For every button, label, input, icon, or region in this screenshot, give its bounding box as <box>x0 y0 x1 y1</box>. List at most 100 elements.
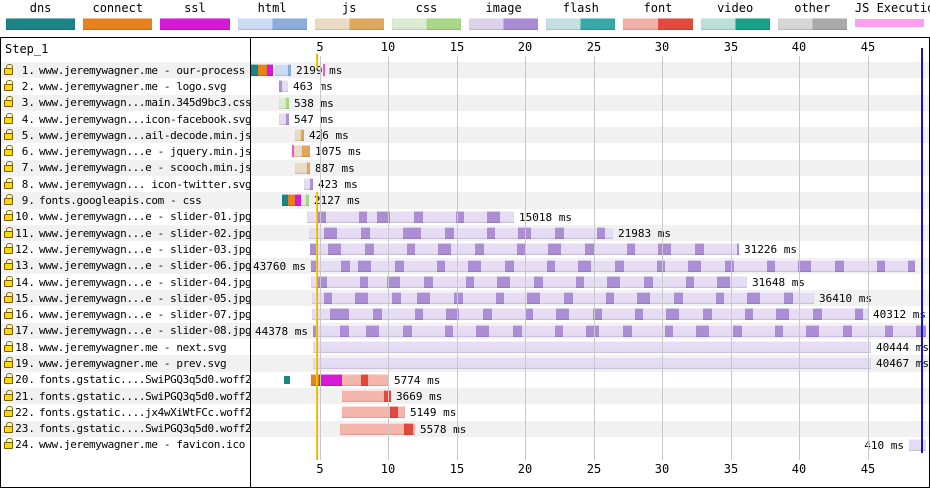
request-row-12[interactable]: 12.www.jeremywagn...e - slider-03.jpg <box>1 241 250 257</box>
waterfall-row-10[interactable]: 15018 ms <box>251 209 929 225</box>
request-row-1[interactable]: 1.www.jeremywagner.me - our-process <box>1 62 250 78</box>
waterfall-row-14[interactable]: 31648 ms <box>251 274 929 290</box>
secure-lock-icon <box>4 361 13 368</box>
legend-item-other: other <box>774 1 851 37</box>
request-bar-segment-htmld <box>288 64 291 76</box>
waterfall-row-16[interactable]: 40312 ms <box>251 306 929 322</box>
start-render-line <box>316 192 318 460</box>
axis-tick-label: 10 <box>381 40 395 54</box>
waterfall-row-4[interactable]: 547 ms <box>251 111 929 127</box>
request-bar-segment-chunks <box>312 308 868 320</box>
request-number: 4. <box>13 113 35 126</box>
request-duration-label: 410 ms <box>864 439 904 452</box>
waterfall-row-19[interactable]: 40467 ms <box>251 355 929 371</box>
request-duration-label: 40312 ms <box>873 308 926 321</box>
waterfall-row-21[interactable]: 3669 ms <box>251 388 929 404</box>
secure-lock-icon <box>4 442 13 449</box>
request-duration-label: 5578 ms <box>420 423 466 436</box>
secure-lock-icon <box>4 231 13 238</box>
waterfall-view: Step_1 1.www.jeremywagner.me - our-proce… <box>0 37 930 488</box>
request-url: fonts.gstatic....jx4wXiWtFCc.woff2 <box>39 406 250 419</box>
request-row-9[interactable]: 9.fonts.googleapis.com - css <box>1 192 250 208</box>
request-row-13[interactable]: 13.www.jeremywagn...e - slider-06.jpg <box>1 258 250 274</box>
request-number: 2. <box>13 80 35 93</box>
request-row-23[interactable]: 23. fonts.gstatic....SwiPGQ3q5d0.woff2 <box>1 421 250 437</box>
request-row-17[interactable]: 17.www.jeremywagn...e - slider-08.jpg <box>1 323 250 339</box>
legend-label: JS Execution <box>855 1 924 16</box>
secure-lock-icon <box>4 377 13 384</box>
waterfall-row-9[interactable]: 2127 ms <box>251 192 929 208</box>
waterfall-row-20[interactable]: 5774 ms <box>251 372 929 388</box>
request-row-15[interactable]: 15.www.jeremywagn...e - slider-05.jpg <box>1 290 250 306</box>
request-bar-segment-cssd <box>306 194 309 206</box>
waterfall-row-3[interactable]: 538 ms <box>251 95 929 111</box>
gridline <box>320 56 321 460</box>
legend-item-html: html <box>234 1 311 37</box>
request-row-10[interactable]: 10.www.jeremywagn...e - slider-01.jpg <box>1 209 250 225</box>
request-url: fonts.gstatic....SwiPGQ3q5d0.woff2 <box>39 422 250 435</box>
axis-tick-label: 20 <box>518 462 532 476</box>
waterfall-row-24[interactable]: 410 ms <box>251 437 929 453</box>
legend-item-ssl: ssl <box>156 1 233 37</box>
waterfall-row-8[interactable]: 423 ms <box>251 176 929 192</box>
request-number: 18. <box>13 341 35 354</box>
waterfall-row-23[interactable]: 5578 ms <box>251 421 929 437</box>
request-row-4[interactable]: 4.www.jeremywagn...icon-facebook.svg <box>1 111 250 127</box>
legend-swatch <box>855 19 924 27</box>
request-url: www.jeremywagn...e - slider-02.jpg <box>39 227 250 240</box>
request-url: fonts.gstatic....SwiPGQ3q5d0.woff2 <box>39 373 250 386</box>
request-row-7[interactable]: 7.www.jeremywagn...e - scooch.min.js <box>1 160 250 176</box>
waterfall-row-15[interactable]: 36410 ms <box>251 290 929 306</box>
request-number: 23. <box>13 422 35 435</box>
secure-lock-icon <box>4 247 13 254</box>
request-row-19[interactable]: 19.www.jeremywagner.me - prev.svg <box>1 355 250 371</box>
request-row-24[interactable]: 24.www.jeremywagner.me - favicon.ico <box>1 437 250 453</box>
secure-lock-icon <box>4 426 13 433</box>
waterfall-row-11[interactable]: 21983 ms <box>251 225 929 241</box>
waterfall-row-22[interactable]: 5149 ms <box>251 404 929 420</box>
waterfall-row-17[interactable]: 44378 ms <box>251 323 929 339</box>
waterfall-row-6[interactable]: 1075 ms <box>251 143 929 159</box>
request-row-22[interactable]: 22.fonts.gstatic....jx4wXiWtFCc.woff2 <box>1 404 250 420</box>
axis-tick-label: 30 <box>655 462 669 476</box>
request-row-8[interactable]: 8.www.jeremywagn... icon-twitter.svg <box>1 176 250 192</box>
waterfall-row-12[interactable]: 31226 ms <box>251 241 929 257</box>
request-bar-segment-imgd <box>286 113 289 125</box>
secure-lock-icon <box>4 68 13 75</box>
legend-label: video <box>701 1 770 16</box>
request-bar-segment-fontl <box>398 406 405 418</box>
request-row-3[interactable]: 3.www.jeremywagn...main.345d9bc3.css <box>1 95 250 111</box>
waterfall-row-13[interactable]: 43760 ms <box>251 258 929 274</box>
waterfall-row-18[interactable]: 40444 ms <box>251 339 929 355</box>
axis-tick-label: 40 <box>792 462 806 476</box>
request-duration-label: 21983 ms <box>618 227 671 240</box>
axis-tick-label: 35 <box>724 40 738 54</box>
request-bar-segment-imgd <box>310 178 313 190</box>
request-duration-label: 43760 ms <box>253 260 306 273</box>
waterfall-row-5[interactable]: 426 ms <box>251 127 929 143</box>
gridline <box>868 56 869 460</box>
request-row-16[interactable]: 16.www.jeremywagn...e - slider-07.jpg <box>1 306 250 322</box>
secure-lock-icon <box>4 84 13 91</box>
gridline <box>799 56 800 460</box>
request-row-14[interactable]: 14.www.jeremywagn...e - slider-04.jpg <box>1 274 250 290</box>
waterfall-row-7[interactable]: 887 ms <box>251 160 929 176</box>
request-row-11[interactable]: 11.www.jeremywagn...e - slider-02.jpg <box>1 225 250 241</box>
waterfall-row-2[interactable]: 463 ms <box>251 78 929 94</box>
request-row-5[interactable]: 5.www.jeremywagn...ail-decode.min.js <box>1 127 250 143</box>
request-bar-segment-cssl <box>279 97 286 109</box>
request-row-20[interactable]: 20.fonts.gstatic....SwiPGQ3q5d0.woff2 <box>1 372 250 388</box>
waterfall-row-1[interactable]: 2199 ms <box>251 62 929 78</box>
request-row-18[interactable]: 18.www.jeremywagner.me - next.svg <box>1 339 250 355</box>
request-bar-segment-chunks <box>313 325 926 337</box>
request-row-2[interactable]: 2.www.jeremywagner.me - logo.svg <box>1 78 250 94</box>
request-bar-segment-chunks <box>311 276 747 288</box>
legend-swatch <box>315 18 384 30</box>
request-number: 8. <box>13 178 35 191</box>
request-row-21[interactable]: 21.fonts.gstatic....SwiPGQ3q5d0.woff2 <box>1 388 250 404</box>
request-row-6[interactable]: 6.www.jeremywagn...e - jquery.min.js <box>1 143 250 159</box>
secure-lock-icon <box>4 133 13 140</box>
request-bar-segment-fontd <box>404 423 413 435</box>
request-bar-segment-chunks <box>311 260 915 272</box>
axis-tick-label: 45 <box>861 40 875 54</box>
